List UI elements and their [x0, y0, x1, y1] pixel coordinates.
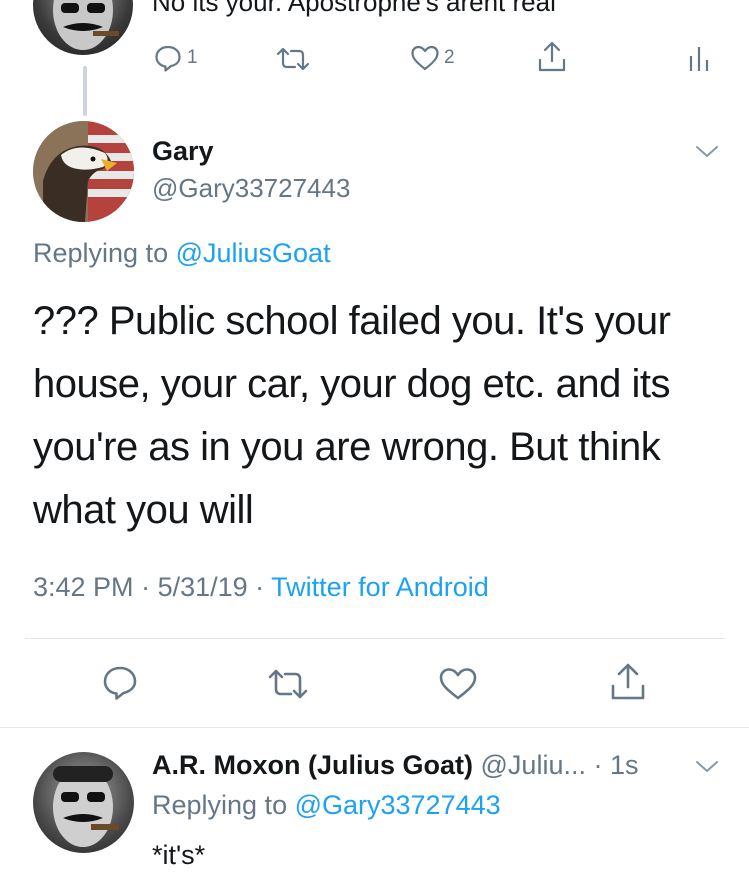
tweet-line: you're as in you are wrong. But think [33, 425, 661, 469]
like-button[interactable] [438, 666, 478, 702]
heart-icon [411, 45, 439, 71]
avatar-julius-goat-top[interactable] [33, 0, 133, 55]
reply-author-name[interactable]: A.R. Moxon (Julius Goat) [152, 750, 473, 780]
retweet-button[interactable] [266, 667, 310, 701]
reply-author-handle[interactable]: @Juliu... [481, 750, 586, 780]
reply-menu-caret[interactable] [694, 759, 720, 780]
prev-tweet-text: No its your. Apostrophe's arent real [152, 0, 556, 17]
replying-to-prefix: Replying to [33, 238, 176, 268]
replying-to-link[interactable]: @Gary33727443 [295, 790, 501, 820]
tweet-date: 5/31/19 [157, 572, 248, 602]
avatar-julius-goat[interactable] [33, 752, 134, 853]
replying-to-prefix: Replying to [152, 790, 295, 820]
tweet-line: house, your car, your dog etc. and its [33, 362, 670, 406]
groucho-face-image [53, 766, 119, 847]
tweet-metadata: 3:42 PM · 5/31/19 · Twitter for Android [33, 572, 489, 603]
chevron-down-icon [696, 146, 718, 157]
prev-reply-button[interactable]: 1 [153, 43, 198, 73]
chevron-down-icon [696, 761, 718, 772]
avatar-gary[interactable] [33, 121, 134, 222]
reply-timestamp: · 1s [593, 750, 639, 780]
analytics-icon [689, 47, 709, 71]
share-icon [611, 663, 645, 700]
prev-analytics-button[interactable] [688, 44, 710, 72]
author-handle[interactable]: @Gary33727443 [152, 173, 350, 204]
share-button[interactable] [608, 662, 648, 702]
tweet-client-link[interactable]: Twitter for Android [271, 572, 489, 602]
reply-tweet-body: *it's* [152, 840, 206, 870]
replying-to-link[interactable]: @JuliusGoat [176, 238, 331, 268]
prev-retweet-button[interactable] [275, 45, 311, 73]
reply-header: A.R. Moxon (Julius Goat) @Juliu... · 1s [152, 750, 639, 781]
heart-icon [439, 668, 477, 700]
tweet-line: ??? Public school failed you. It's your [33, 299, 671, 343]
eagle-flag-image [33, 121, 134, 222]
author-name[interactable]: Gary [152, 136, 214, 167]
meta-separator: · [133, 572, 158, 602]
groucho-face-image [53, 0, 119, 50]
thread-connector [83, 66, 87, 116]
prev-reply-count: 1 [187, 47, 198, 68]
tweet-time: 3:42 PM [33, 572, 134, 602]
meta-separator: · [247, 572, 272, 602]
tweet-body: ??? Public school failed you. It's your … [33, 290, 713, 542]
replying-to-line: Replying to @JuliusGoat [33, 238, 331, 269]
prev-like-button[interactable]: 2 [410, 44, 455, 72]
tweet-menu-caret[interactable] [694, 144, 720, 165]
replying-to-line: Replying to @Gary33727443 [152, 790, 501, 821]
share-icon [538, 41, 566, 72]
retweet-icon [268, 669, 308, 699]
retweet-icon [276, 47, 310, 71]
reply-button[interactable] [101, 664, 139, 702]
divider [0, 727, 749, 728]
reply-icon [103, 666, 137, 700]
reply-icon [155, 45, 181, 72]
prev-like-count: 2 [444, 47, 455, 68]
prev-share-button[interactable] [536, 40, 568, 74]
tweet-line: what you will [33, 488, 254, 532]
divider [25, 638, 725, 639]
